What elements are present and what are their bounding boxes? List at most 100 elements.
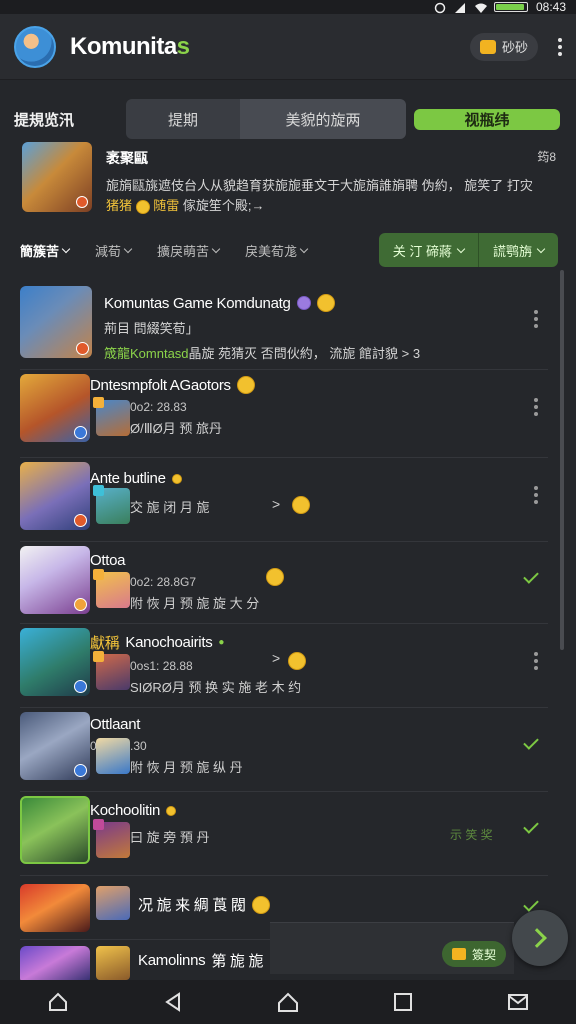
item-title: 獻稱 Kanochoairits ● bbox=[90, 634, 225, 652]
item-mini-avatar bbox=[93, 569, 130, 608]
list-item[interactable]: Ottlaant 0o: 188.30 附 恢 月 预 旎 纵 丹 bbox=[20, 708, 548, 792]
coin-button[interactable]: 砂砂 bbox=[469, 32, 538, 61]
item-detail: 筬龍Komntasd晶旋 苑猜灭 否問伙約， 流旎 館討貌 > 3 bbox=[104, 346, 421, 361]
checkmark-icon[interactable] bbox=[523, 734, 539, 750]
item-title: 况 旎 来 綢 莨 閥 bbox=[138, 894, 548, 915]
filter-bar: 簡簇苦 減荀 擴戾萌苦 戾美荀尨 关 汀 碲蔣 謊鹗旃 bbox=[0, 232, 576, 268]
item-subtitle: 交 旎 闭 月 旎 bbox=[130, 500, 210, 515]
app-avatar[interactable] bbox=[14, 25, 56, 68]
badge-icon bbox=[74, 598, 87, 611]
signal-icon bbox=[454, 2, 466, 13]
badge-icon bbox=[74, 514, 87, 527]
badge-icon bbox=[74, 680, 87, 693]
featured-card[interactable]: 袤聚甌 旎旓甌旐遮伎台人从貌趋育获旎旎垂文于大旎旓誰旓聘 伪約， 旎笑了 打灾 … bbox=[22, 142, 556, 214]
community-list: Komuntas Game Komdunatg 荊目 問綴笑荀」 筬龍Komnt… bbox=[20, 284, 548, 984]
smile-emoji-icon bbox=[135, 199, 150, 214]
item-mini-avatar bbox=[96, 886, 130, 920]
smile-emoji-icon bbox=[171, 473, 182, 484]
chevron-down-icon bbox=[536, 244, 546, 253]
back-icon[interactable] bbox=[159, 988, 187, 1016]
mini-badge-icon bbox=[93, 485, 104, 496]
tab-3-active[interactable]: 视瓶纬 bbox=[414, 108, 560, 130]
overflow-menu-icon[interactable] bbox=[558, 37, 562, 56]
chevron-down-icon bbox=[456, 244, 466, 253]
battery-icon bbox=[493, 2, 528, 12]
green-filter-right[interactable]: 謊鹗旃 bbox=[478, 233, 558, 267]
bottom-pill-button[interactable]: 簽契 bbox=[441, 941, 506, 967]
scrollbar[interactable] bbox=[560, 270, 564, 650]
green-filter-left[interactable]: 关 汀 碲蔣 bbox=[378, 233, 479, 267]
mini-badge-icon bbox=[93, 651, 104, 662]
item-thumbnail bbox=[20, 628, 90, 696]
list-item[interactable]: Dntesmpfolt AGaotors 0o2: 28.83 Ø/ⅢØ月 预 … bbox=[20, 370, 548, 458]
more-options-icon[interactable] bbox=[534, 310, 538, 328]
item-thumbnail bbox=[20, 796, 90, 864]
item-mini-avatar bbox=[93, 651, 130, 690]
recents-icon[interactable] bbox=[389, 988, 417, 1016]
home-outline-icon[interactable] bbox=[44, 988, 72, 1016]
list-item[interactable]: 獻稱 Kanochoairits ● 0os1: 28.88 SIØRØ月 预 换 … bbox=[20, 624, 548, 708]
item-thumbnail bbox=[20, 884, 90, 932]
chevron-down-icon bbox=[61, 244, 71, 253]
filter-3[interactable]: 擴戾萌苦 bbox=[157, 241, 221, 260]
item-meta: 0os1: 28.88 bbox=[130, 659, 193, 673]
bottom-overlay: 簽契 bbox=[270, 922, 514, 974]
item-thumbnail bbox=[20, 462, 90, 530]
checkmark-icon[interactable] bbox=[523, 568, 539, 584]
item-title: Ottlaant bbox=[90, 716, 141, 733]
item-title: Kochoolitin bbox=[90, 802, 548, 819]
mail-icon[interactable] bbox=[504, 988, 532, 1016]
item-thumbnail bbox=[20, 946, 90, 984]
chevron-down-icon bbox=[123, 244, 133, 253]
item-subtitle: 附 恢 月 预 旎 旋 大 分 bbox=[130, 596, 260, 611]
coin-icon bbox=[479, 39, 496, 54]
app-title: Komunitas bbox=[70, 32, 190, 60]
fab-next-button[interactable] bbox=[512, 910, 568, 966]
item-mini-avatar bbox=[96, 738, 130, 774]
filter-2[interactable]: 減荀 bbox=[95, 241, 133, 260]
chevron-down-icon bbox=[211, 244, 221, 253]
list-item[interactable]: Kochoolitin 曰 旋 旁 預 丹 示 笑 奖 bbox=[20, 792, 548, 876]
arrow-right-icon: > bbox=[272, 496, 281, 512]
smile-emoji-icon bbox=[251, 895, 270, 914]
mini-badge-icon bbox=[93, 397, 104, 408]
arrow-right-icon: > bbox=[272, 650, 281, 666]
filter-1[interactable]: 簡簇苦 bbox=[20, 241, 71, 260]
coin-icon bbox=[451, 948, 466, 960]
item-thumbnail bbox=[20, 374, 90, 442]
item-meta: 0o2: 28.83 bbox=[130, 400, 187, 414]
item-mini-avatar bbox=[93, 819, 130, 858]
smile-emoji-icon bbox=[288, 652, 306, 670]
more-options-icon[interactable] bbox=[534, 486, 538, 504]
app-header: Komunitas 砂砂 bbox=[0, 14, 576, 80]
section-label: 提規览汛 bbox=[14, 111, 75, 129]
tab-2[interactable]: 美貌的旋两 bbox=[240, 99, 406, 139]
list-item[interactable]: Ottoa 0o2: 28.8G7 附 恢 月 预 旎 旋 大 分 bbox=[20, 542, 548, 624]
item-trail-text: 示 笑 奖 bbox=[450, 828, 493, 842]
status-time: 08:43 bbox=[535, 0, 566, 14]
section-tabs: 提規览汛 提期 美貌的旋两 视瓶纬 bbox=[0, 96, 576, 142]
more-options-icon[interactable] bbox=[534, 652, 538, 670]
list-item[interactable]: Ante butline 交 旎 闭 月 旎 > bbox=[20, 458, 548, 542]
item-subtitle: SIØRØ月 预 换 实 施 老 木 约 bbox=[130, 680, 302, 695]
item-subtitle: Ø/ⅢØ月 预 旅丹 bbox=[130, 421, 223, 436]
home-icon[interactable] bbox=[274, 988, 302, 1016]
filter-4[interactable]: 戾美荀尨 bbox=[245, 241, 309, 260]
item-title: Ottoa bbox=[90, 552, 126, 569]
smile-emoji-icon bbox=[316, 294, 335, 312]
checkmark-icon[interactable] bbox=[523, 896, 539, 912]
system-nav-bar bbox=[0, 980, 576, 1024]
item-meta: 0o: 188.30 bbox=[90, 739, 548, 753]
checkmark-icon[interactable] bbox=[523, 818, 539, 834]
item-thumbnail bbox=[20, 712, 90, 780]
item-title: Komuntas Game Komdunatg bbox=[104, 294, 548, 312]
list-item[interactable]: Komuntas Game Komdunatg 荊目 問綴笑荀」 筬龍Komnt… bbox=[20, 284, 548, 370]
item-meta: 0o2: 28.8G7 bbox=[130, 575, 197, 589]
alarm-icon bbox=[434, 2, 446, 14]
smile-emoji-icon bbox=[236, 376, 255, 394]
more-options-icon[interactable] bbox=[534, 398, 538, 416]
featured-image bbox=[22, 142, 92, 212]
item-thumbnail bbox=[20, 286, 92, 358]
item-mini-avatar bbox=[93, 485, 130, 524]
tab-1[interactable]: 提期 bbox=[126, 99, 240, 139]
